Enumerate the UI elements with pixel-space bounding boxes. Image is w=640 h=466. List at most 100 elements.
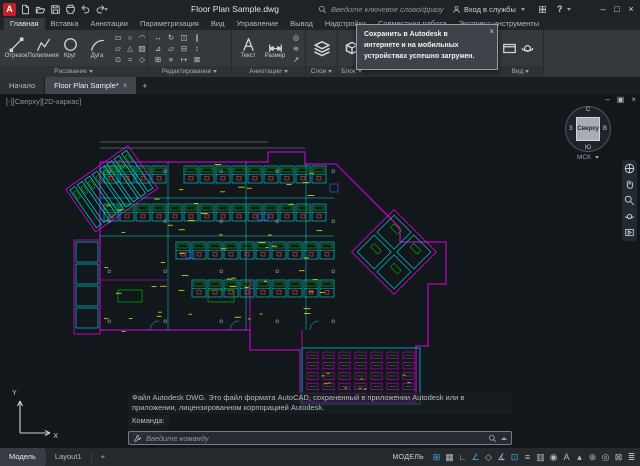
- close-drawing-tab[interactable]: ×: [123, 81, 128, 90]
- model-tab[interactable]: Модель: [0, 448, 45, 466]
- panel-title-draw[interactable]: Рисование: [0, 66, 147, 77]
- line-tool[interactable]: Отрезок: [4, 30, 28, 66]
- panel-title-view[interactable]: Вид: [498, 66, 543, 77]
- annotation-visibility-icon[interactable]: А: [560, 448, 573, 466]
- command-search-icon[interactable]: [488, 434, 497, 443]
- transparency-icon[interactable]: ▥: [534, 448, 547, 466]
- tab-insert[interactable]: Вставка: [45, 18, 85, 30]
- viewport-controls[interactable]: [-][Сверху][2D-каркас]: [6, 97, 81, 106]
- mini-tool-icon[interactable]: ↻: [165, 32, 177, 43]
- plot-icon[interactable]: [65, 4, 76, 15]
- model-space-button[interactable]: МОДЕЛЬ: [392, 454, 424, 461]
- viewcube-ring[interactable]: С Ю З В Сверху: [565, 106, 611, 152]
- mini-tool-icon[interactable]: ⊞: [152, 54, 164, 65]
- mini-tool-icon[interactable]: ◠: [136, 32, 148, 43]
- new-layout-button[interactable]: +: [92, 448, 114, 466]
- minimize-button[interactable]: –: [596, 0, 610, 18]
- mini-tool-icon[interactable]: ≈: [124, 54, 136, 65]
- panel-title-annotate[interactable]: Аннотации: [232, 66, 305, 77]
- tab-view[interactable]: Вид: [205, 18, 231, 30]
- tab-home[interactable]: Главная: [4, 18, 45, 30]
- lineweight-icon[interactable]: ≡: [521, 448, 534, 466]
- maximize-button[interactable]: □: [610, 0, 624, 18]
- showmotion-icon[interactable]: [624, 227, 635, 238]
- undo-icon[interactable]: [80, 4, 91, 15]
- file-tab-start[interactable]: Начало: [0, 77, 45, 94]
- mini-tool-icon[interactable]: ◫: [178, 32, 190, 43]
- workspace-gear-icon[interactable]: ⊛: [586, 448, 599, 466]
- autoscale-icon[interactable]: ▴: [573, 448, 586, 466]
- mini-tool-icon[interactable]: ⊟: [178, 43, 190, 54]
- close-icon[interactable]: ×: [489, 26, 494, 38]
- arc-tool[interactable]: Дуга: [85, 30, 109, 66]
- mini-tool-icon[interactable]: ▨: [136, 43, 148, 54]
- viewport-close-button[interactable]: ×: [631, 95, 636, 104]
- mini-tool-icon[interactable]: ⊠: [191, 54, 203, 65]
- mini-tool-icon[interactable]: ≡: [165, 54, 177, 65]
- navigation-wheel-icon[interactable]: [624, 163, 635, 174]
- mini-tool-icon[interactable]: ↔: [152, 32, 164, 43]
- viewport-restore-button[interactable]: ▣: [617, 95, 625, 104]
- viewcube[interactable]: С Ю З В Сверху МСК: [564, 106, 612, 161]
- viewcube-ucs-menu[interactable]: МСК: [564, 154, 612, 161]
- panel-title-layers[interactable]: Слои: [306, 66, 337, 77]
- zoom-icon[interactable]: [624, 195, 635, 206]
- command-line[interactable]: [128, 431, 512, 445]
- drawing-area[interactable]: [-][Сверху][2D-каркас] – ▣ × С Ю З В Све…: [0, 94, 640, 447]
- chevron-up-icon[interactable]: [501, 436, 507, 440]
- view-icon[interactable]: [502, 41, 517, 56]
- mini-tool-icon[interactable]: ↕: [191, 43, 203, 54]
- viewcube-south[interactable]: Ю: [566, 145, 610, 151]
- ortho-icon[interactable]: ∟: [456, 448, 469, 466]
- layers-icon[interactable]: [313, 39, 331, 57]
- qat-dropdown[interactable]: [102, 0, 108, 18]
- open-file-icon[interactable]: [35, 4, 46, 15]
- mini-tool-icon[interactable]: ↦: [178, 54, 190, 65]
- viewcube-west[interactable]: З: [569, 126, 573, 132]
- annotation-monitor-icon[interactable]: ◎: [599, 448, 612, 466]
- osnap-icon[interactable]: ⊡: [508, 448, 521, 466]
- search-placeholder[interactable]: Введите ключевое слово/фразу: [331, 5, 444, 14]
- viewcube-east[interactable]: В: [603, 126, 607, 132]
- mini-tool-icon[interactable]: ⊿: [152, 43, 164, 54]
- app-store-button[interactable]: [538, 0, 547, 18]
- viewport-minimize-button[interactable]: –: [605, 95, 609, 104]
- circle-tool[interactable]: Круг: [58, 30, 82, 66]
- help-button[interactable]: ?: [557, 0, 571, 18]
- mini-tool-icon[interactable]: ≋: [290, 43, 302, 54]
- new-file-icon[interactable]: [20, 4, 31, 15]
- app-menu-button[interactable]: A: [2, 0, 17, 18]
- customize-command-icon[interactable]: [133, 434, 142, 443]
- osnap-tracking-icon[interactable]: ∡: [495, 448, 508, 466]
- orbit-icon[interactable]: [520, 41, 535, 56]
- mini-tool-icon[interactable]: ∥: [191, 32, 203, 43]
- viewcube-top-face[interactable]: Сверху: [576, 117, 600, 141]
- mini-tool-icon[interactable]: ⊙: [112, 54, 124, 65]
- sign-in-button[interactable]: Вход в службы: [452, 0, 525, 18]
- mini-tool-icon[interactable]: ◇: [136, 54, 148, 65]
- polar-tracking-icon[interactable]: ∠: [469, 448, 482, 466]
- viewcube-north[interactable]: С: [566, 107, 610, 113]
- tab-parametric[interactable]: Параметризация: [134, 18, 205, 30]
- file-tab-drawing[interactable]: Floor Plan Sample* ×: [45, 77, 137, 94]
- command-input[interactable]: [146, 433, 484, 443]
- new-drawing-button[interactable]: +: [137, 77, 152, 94]
- text-tool[interactable]: Текст: [236, 30, 260, 66]
- polyline-tool[interactable]: Полилиния: [27, 30, 59, 66]
- panel-title-modify[interactable]: Редактирование: [148, 66, 231, 77]
- mini-tool-icon[interactable]: ◎: [290, 32, 302, 43]
- mini-tool-icon[interactable]: △: [124, 43, 136, 54]
- help-search[interactable]: Введите ключевое слово/фразу: [318, 0, 444, 18]
- selection-cycling-icon[interactable]: ◉: [547, 448, 560, 466]
- mini-tool-icon[interactable]: ▱: [165, 43, 177, 54]
- snap-icon[interactable]: ▦: [443, 448, 456, 466]
- customize-icon[interactable]: ≣: [625, 448, 638, 466]
- mini-tool-icon[interactable]: ○: [124, 32, 136, 43]
- grid-icon[interactable]: ⊞: [430, 448, 443, 466]
- tab-manage[interactable]: Управление: [230, 18, 284, 30]
- isodraft-icon[interactable]: ◇: [482, 448, 495, 466]
- tab-output[interactable]: Вывод: [284, 18, 319, 30]
- orbit-icon[interactable]: [624, 211, 635, 222]
- mini-tool-icon[interactable]: ▱: [112, 43, 124, 54]
- layout1-tab[interactable]: Layout1: [46, 448, 91, 466]
